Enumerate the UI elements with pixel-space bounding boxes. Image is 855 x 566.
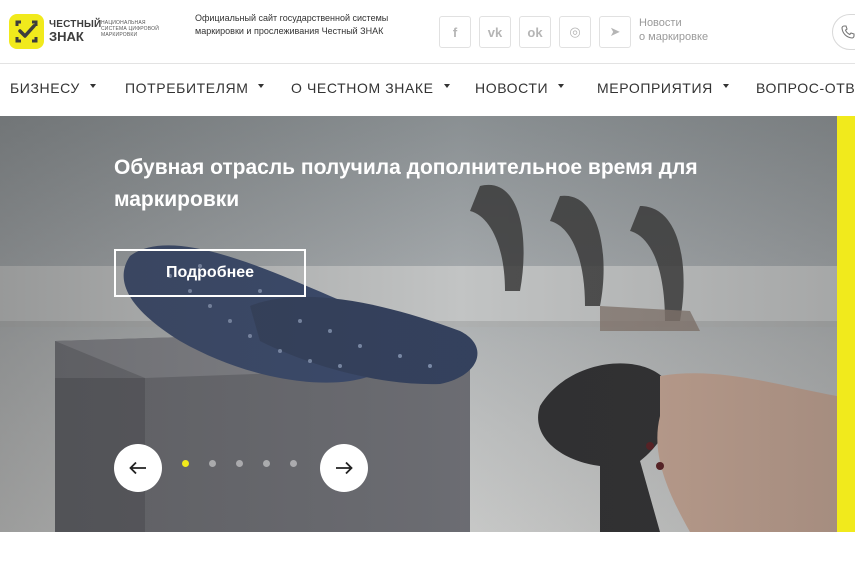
slider-dot-2[interactable] — [209, 460, 216, 467]
logo-check-icon — [9, 14, 44, 49]
nav-item-consumers[interactable]: ПОТРЕБИТЕЛЯМ — [125, 80, 265, 96]
site-header: ЧЕСТНЫЙ ЗНАК НАЦИОНАЛЬНАЯ СИСТЕМА ЦИФРОВ… — [0, 0, 855, 64]
news-link-line-2: о маркировке — [639, 31, 709, 43]
odnoklassniki-icon[interactable]: ok — [519, 16, 551, 48]
main-nav: БИЗНЕСУ ПОТРЕБИТЕЛЯМ О ЧЕСТНОМ ЗНАКЕ НОВ… — [0, 63, 855, 116]
nav-item-business[interactable]: БИЗНЕСУ — [10, 80, 96, 96]
logo[interactable]: ЧЕСТНЫЙ ЗНАК НАЦИОНАЛЬНАЯ СИСТЕМА ЦИФРОВ… — [9, 14, 159, 49]
hero-title: Обувная отрасль получила дополнительное … — [114, 156, 698, 211]
nav-label: ВОПРОС-ОТВЕТ — [756, 80, 855, 96]
slider-dot-5[interactable] — [290, 460, 297, 467]
caret-down-icon — [722, 84, 729, 88]
slider-dot-3[interactable] — [236, 460, 243, 467]
nav-item-about[interactable]: О ЧЕСТНОМ ЗНАКЕ — [291, 80, 450, 96]
site-tagline: Официальный сайт государственной системы… — [195, 13, 389, 36]
nav-label: БИЗНЕСУ — [10, 80, 80, 96]
nav-label: МЕРОПРИЯТИЯ — [597, 80, 713, 96]
slider-next-button[interactable] — [320, 444, 368, 492]
arrow-left-icon — [129, 461, 146, 475]
nav-item-events[interactable]: МЕРОПРИЯТИЯ — [597, 80, 729, 96]
nav-item-faq[interactable]: ВОПРОС-ОТВЕТ — [756, 80, 855, 96]
phone-icon — [841, 25, 855, 39]
telegram-icon[interactable]: ➤ — [599, 16, 631, 48]
news-about-marking-link[interactable]: Новости о маркировке — [639, 16, 708, 44]
nav-label: О ЧЕСТНОМ ЗНАКЕ — [291, 80, 434, 96]
slider-dot-1[interactable] — [182, 460, 189, 467]
caret-down-icon — [558, 84, 565, 88]
arrow-right-icon — [336, 461, 353, 475]
social-links: f vk ok ◎ ➤ — [439, 16, 631, 48]
logo-wordmark: ЧЕСТНЫЙ ЗНАК — [49, 18, 102, 44]
slider-pagination — [182, 460, 297, 467]
vk-icon[interactable]: vk — [479, 16, 511, 48]
nav-label: ПОТРЕБИТЕЛЯМ — [125, 80, 249, 96]
logo-subtitle: НАЦИОНАЛЬНАЯ СИСТЕМА ЦИФРОВОЙ МАРКИРОВКИ — [101, 20, 159, 38]
caret-down-icon — [443, 84, 450, 88]
nav-item-news[interactable]: НОВОСТИ — [475, 80, 565, 96]
instagram-icon[interactable]: ◎ — [559, 16, 591, 48]
caret-down-icon — [89, 84, 96, 88]
slider-dot-4[interactable] — [263, 460, 270, 467]
logo-word-2: ЗНАК — [49, 28, 84, 44]
logo-word-1: ЧЕСТНЫЙ — [49, 18, 102, 30]
news-link-line-1: Новости — [639, 17, 682, 29]
phone-button[interactable] — [832, 14, 855, 50]
hero-slider: Обувная отрасль получила дополнительное … — [0, 116, 837, 532]
nav-label: НОВОСТИ — [475, 80, 549, 96]
caret-down-icon — [258, 84, 265, 88]
facebook-icon[interactable]: f — [439, 16, 471, 48]
slider-prev-button[interactable] — [114, 444, 162, 492]
more-details-button[interactable]: Подробнее — [114, 249, 306, 297]
hero-accent-bar — [837, 116, 855, 532]
